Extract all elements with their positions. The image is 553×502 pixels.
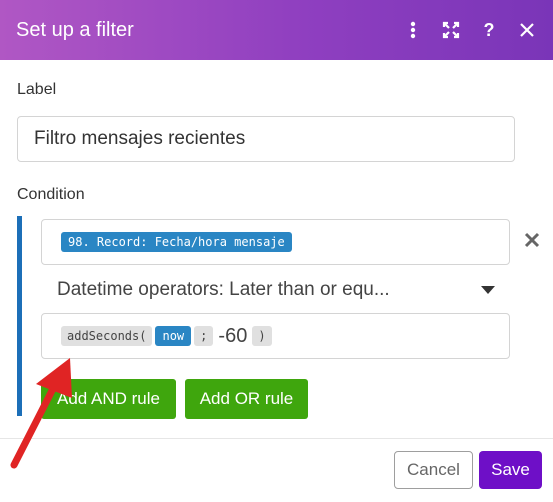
cancel-button[interactable]: Cancel: [394, 451, 473, 489]
expand-icon[interactable]: [439, 18, 463, 42]
dialog-header: Set up a filter ?: [0, 0, 553, 60]
operator-selected-value: Datetime operators: Later than or equ...: [57, 279, 390, 300]
label-input[interactable]: Filtro mensajes recientes: [17, 116, 515, 162]
literal-value: -60: [218, 324, 248, 347]
separator-pill[interactable]: ;: [194, 326, 214, 346]
condition-operand-b-field[interactable]: addSeconds( now ; -60 ): [41, 313, 510, 359]
help-icon[interactable]: ?: [477, 18, 501, 42]
header-toolbar: ?: [401, 0, 539, 60]
add-or-rule-button[interactable]: Add OR rule: [185, 379, 308, 419]
function-close-pill[interactable]: ): [252, 326, 272, 346]
operator-dropdown[interactable]: Datetime operators: Later than or equ...: [57, 276, 503, 304]
caret-down-icon: [481, 286, 495, 294]
more-vertical-icon[interactable]: [401, 18, 425, 42]
add-and-rule-button[interactable]: Add AND rule: [41, 379, 176, 419]
footer-divider: [0, 438, 553, 439]
condition-group-bar: [17, 216, 22, 416]
condition-operand-a-field[interactable]: 98. Record: Fecha/hora mensaje: [41, 219, 510, 265]
now-variable-pill[interactable]: now: [155, 326, 192, 346]
mapped-variable-pill[interactable]: 98. Record: Fecha/hora mensaje: [61, 232, 292, 252]
condition-heading: Condition: [17, 186, 85, 203]
label-heading: Label: [17, 81, 57, 98]
close-icon[interactable]: [515, 18, 539, 42]
close-x-icon[interactable]: [522, 230, 542, 252]
function-open-pill[interactable]: addSeconds(: [61, 326, 153, 346]
save-button[interactable]: Save: [479, 451, 542, 489]
dialog-title: Set up a filter: [16, 18, 134, 41]
